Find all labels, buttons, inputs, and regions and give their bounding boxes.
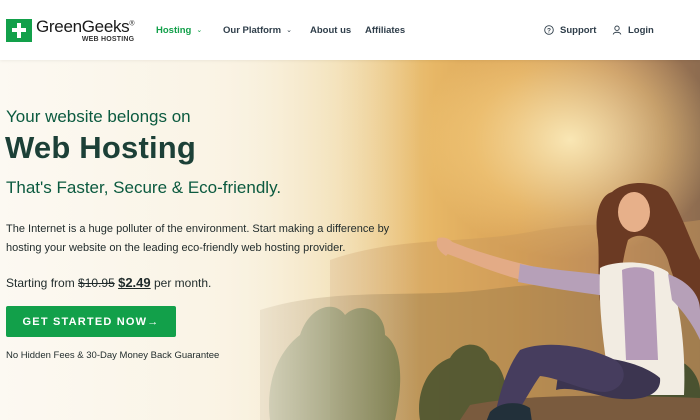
hero-description: The Internet is a huge polluter of the e… bbox=[6, 223, 390, 254]
login-label: Login bbox=[628, 24, 654, 36]
hero-title-large: Web Hosting bbox=[5, 130, 197, 165]
nav-hosting[interactable]: Hosting ⌄ bbox=[156, 0, 202, 60]
logo-registered-mark: ® bbox=[129, 19, 135, 27]
nav-our-platform[interactable]: Our Platform ⌄ bbox=[223, 0, 292, 60]
logo-name: GreenGeeks® bbox=[36, 16, 135, 36]
logo-text: GreenGeeks® WEB HOSTING bbox=[36, 16, 135, 43]
price-old: $10.95 bbox=[78, 276, 115, 290]
woman-face bbox=[618, 192, 650, 232]
price-prefix: Starting from bbox=[6, 276, 75, 290]
guarantee-note: No Hidden Fees & 30-Day Money Back Guara… bbox=[6, 350, 220, 361]
hero-title-small: Your website belongs on bbox=[6, 107, 191, 126]
support-link[interactable]: ? Support bbox=[544, 0, 596, 60]
price-line: Starting from $10.95 $2.49 per month. bbox=[6, 275, 211, 290]
get-started-label: GET STARTED NOW→ bbox=[22, 315, 160, 328]
price-new: $2.49 bbox=[118, 275, 151, 290]
greengeeks-logo[interactable]: GreenGeeks® WEB HOSTING bbox=[6, 16, 135, 43]
chevron-down-icon: ⌄ bbox=[196, 27, 203, 34]
nav-hosting-label: Hosting bbox=[156, 24, 192, 36]
support-label: Support bbox=[560, 24, 597, 36]
hero-tagline: That's Faster, Secure & Eco-friendly. bbox=[6, 178, 282, 197]
nav-affiliates[interactable]: Affiliates bbox=[365, 0, 405, 60]
plus-icon bbox=[6, 18, 32, 42]
nav-about-label: About us bbox=[310, 24, 352, 36]
nav-affiliates-label: Affiliates bbox=[365, 24, 406, 36]
user-icon bbox=[612, 25, 622, 35]
question-circle-icon: ? bbox=[544, 25, 554, 35]
nav-platform-label: Our Platform bbox=[223, 24, 282, 36]
site-header: GreenGeeks® WEB HOSTING Hosting ⌄ Our Pl… bbox=[0, 0, 700, 60]
login-link[interactable]: Login bbox=[612, 0, 654, 60]
price-suffix: per month. bbox=[153, 276, 212, 290]
get-started-button[interactable]: GET STARTED NOW→ bbox=[6, 306, 176, 337]
nav-about-us[interactable]: About us bbox=[310, 0, 351, 60]
woman-shirt bbox=[622, 267, 658, 360]
svg-text:?: ? bbox=[547, 27, 551, 34]
logo-subtitle: WEB HOSTING bbox=[81, 35, 135, 43]
chevron-down-icon: ⌄ bbox=[286, 27, 292, 34]
